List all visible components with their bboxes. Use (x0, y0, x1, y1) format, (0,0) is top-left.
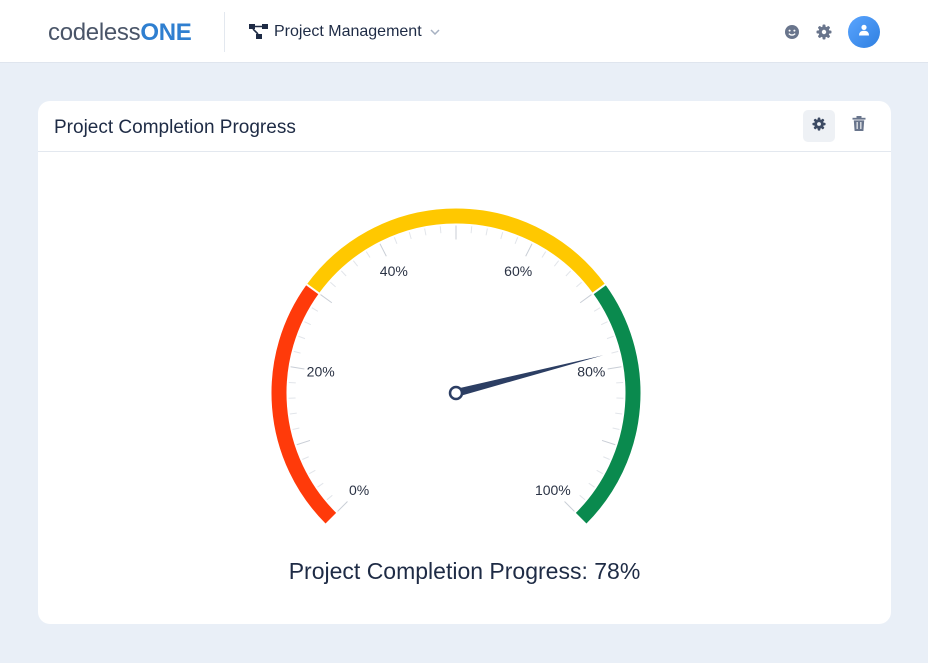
gauge-tick-label: 80% (577, 364, 605, 380)
gauge-minor-tick (593, 307, 601, 312)
top-bar: codelessONE Project Management (0, 0, 928, 63)
gauge-major-tick (337, 501, 348, 512)
gauge-minor-tick (293, 350, 301, 354)
gauge-tick-label: 40% (380, 263, 408, 279)
gauge-major-tick (607, 366, 622, 370)
gauge-major-tick (564, 501, 575, 512)
gauge-minor-tick (408, 232, 412, 240)
gauge-minor-tick (553, 260, 560, 267)
gauge-minor-tick (326, 494, 333, 501)
brand-name-part1: codeless (48, 19, 141, 46)
gauge-minor-tick (311, 307, 319, 312)
gauge-minor-tick (317, 482, 324, 488)
gauge-tick-label: 60% (504, 263, 532, 279)
chevron-down-icon (430, 29, 440, 35)
gauge-tick-label: 20% (307, 364, 335, 380)
gauge-minor-tick (596, 469, 604, 475)
gauge-minor-tick (330, 281, 336, 288)
gauge-minor-tick (470, 226, 473, 234)
gauge-major-tick (579, 294, 592, 304)
user-avatar[interactable] (848, 16, 880, 48)
gauge-minor-tick (541, 251, 547, 258)
gauge-minor-tick (304, 321, 311, 326)
user-icon (858, 23, 870, 41)
gauge-minor-tick (365, 251, 371, 258)
hierarchy-icon (249, 23, 269, 41)
gauge-major-tick (525, 243, 533, 257)
gauge-major-tick (296, 439, 311, 446)
gauge-minor-tick (579, 494, 586, 501)
gauge-minor-tick (601, 321, 608, 326)
gauge-minor-tick (352, 260, 359, 267)
brand-name-part2: ONE (140, 19, 192, 46)
gauge-minor-tick (292, 427, 300, 431)
gauge-minor-tick (603, 456, 610, 460)
header-divider (224, 12, 225, 52)
gauge-minor-tick (393, 237, 398, 244)
gauge-minor-tick (289, 412, 297, 415)
gauge-minor-tick (576, 281, 582, 288)
gauge-minor-tick (588, 482, 595, 488)
gauge-chart: 0% 20% 40% 60% 80% 100% (271, 208, 641, 524)
gauge-needle-hub (448, 385, 464, 401)
gauge-caption: Project Completion Progress: 78% (288, 558, 641, 584)
gauge-major-tick (601, 439, 616, 446)
gauge-minor-tick (500, 232, 504, 240)
gear-icon[interactable] (814, 22, 834, 42)
gauge-minor-tick (340, 270, 347, 277)
gauge-minor-tick (606, 335, 614, 340)
gauge-tick-label: 100% (535, 482, 571, 498)
gauge-minor-tick (565, 270, 572, 277)
gauge-minor-tick (514, 237, 519, 244)
gauge-minor-tick (298, 335, 306, 340)
gauge-minor-tick (611, 350, 619, 354)
app-switcher[interactable]: Project Management (249, 20, 440, 44)
gauge-major-tick (379, 243, 387, 257)
gauge-minor-tick (308, 469, 316, 475)
gauge-minor-tick (424, 228, 427, 236)
app-switcher-label: Project Management (274, 23, 422, 40)
brand-logo[interactable]: codelessONE (48, 19, 192, 47)
gauge-major-tick (320, 294, 333, 304)
gauge-minor-tick (612, 427, 620, 431)
gauge-tick-label: 0% (349, 482, 369, 498)
gauge-minor-tick (615, 412, 623, 415)
gauge-minor-tick (302, 456, 309, 460)
widget-card: Project Completion Progress 0% 20% 40% 6… (38, 101, 891, 624)
gauge-major-tick (290, 366, 305, 370)
gauge-minor-tick (439, 226, 442, 234)
gauge-minor-tick (485, 228, 488, 236)
smiley-icon[interactable] (782, 22, 802, 42)
